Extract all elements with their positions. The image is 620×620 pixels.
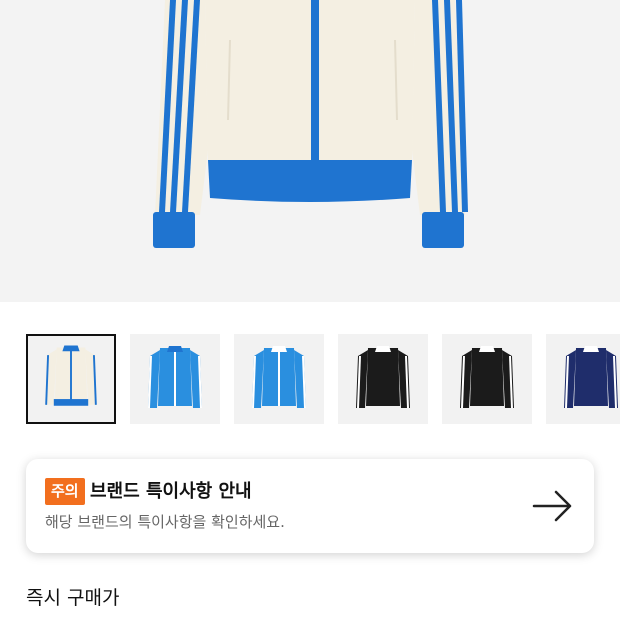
thumbnail-black[interactable] <box>338 334 428 424</box>
arrow-right-icon[interactable] <box>532 487 574 525</box>
thumbnail-white-blue[interactable] <box>26 334 116 424</box>
jacket-thumbnail-icon <box>148 346 202 409</box>
brand-notice-card[interactable]: 주의 브랜드 특이사항 안내 해당 브랜드의 특이사항을 확인하세요. <box>26 459 594 553</box>
jacket-thumbnail-icon <box>460 346 514 409</box>
warning-badge: 주의 <box>45 478 85 505</box>
jacket-thumbnail-icon <box>356 346 410 409</box>
jacket-thumbnail-icon <box>564 346 618 409</box>
thumbnail-navy[interactable] <box>546 334 620 424</box>
product-image[interactable] <box>0 0 620 302</box>
jacket-illustration <box>153 0 468 248</box>
jacket-thumbnail-icon <box>45 345 97 406</box>
notice-description: 해당 브랜드의 특이사항을 확인하세요. <box>45 513 285 531</box>
thumbnail-strip <box>0 334 620 426</box>
thumbnail-black-2[interactable] <box>442 334 532 424</box>
notice-title: 브랜드 특이사항 안내 <box>90 481 252 502</box>
thumbnail-blue[interactable] <box>130 334 220 424</box>
jacket-thumbnail-icon <box>252 346 306 409</box>
thumbnail-blue-2[interactable] <box>234 334 324 424</box>
instant-price-label: 즉시 구매가 <box>26 587 120 609</box>
